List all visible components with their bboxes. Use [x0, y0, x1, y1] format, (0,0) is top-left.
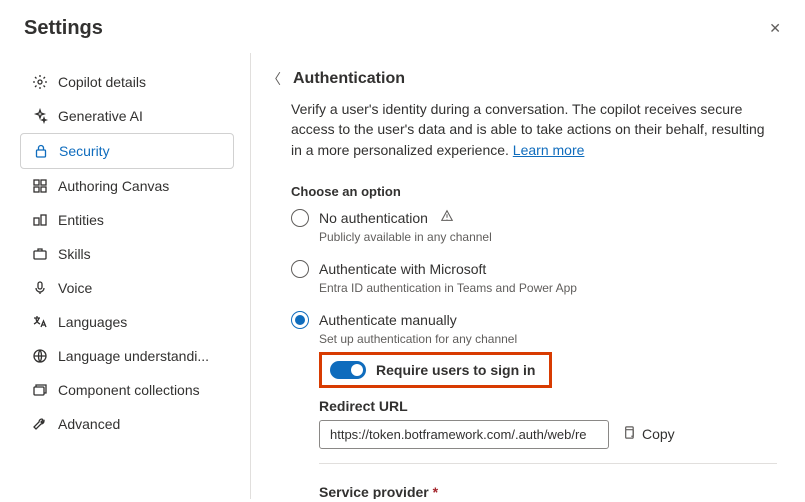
lock-icon: [33, 143, 49, 159]
sidebar-item-label: Copilot details: [58, 74, 146, 90]
warning-icon: [440, 209, 454, 226]
back-chevron-icon[interactable]: 〈: [267, 69, 281, 89]
sidebar-item-label: Entities: [58, 212, 104, 228]
page-title: Authentication: [293, 70, 405, 88]
require-signin-row: Require users to sign in: [319, 352, 552, 388]
sidebar-item-authoring-canvas[interactable]: Authoring Canvas: [20, 169, 234, 203]
radio-label: Authenticate with Microsoft: [319, 261, 486, 277]
globe-icon: [32, 348, 48, 364]
radio-subtext: Publicly available in any channel: [319, 230, 777, 244]
content: 〈 Authentication Verify a user's identit…: [250, 53, 805, 499]
sidebar-item-label: Component collections: [58, 382, 200, 398]
sidebar-item-advanced[interactable]: Advanced: [20, 407, 234, 441]
option-auth-manually[interactable]: Authenticate manually Set up authenticat…: [291, 311, 777, 499]
learn-more-link[interactable]: Learn more: [513, 142, 585, 158]
wrench-icon: [32, 416, 48, 432]
radio-subtext: Entra ID authentication in Teams and Pow…: [319, 281, 777, 295]
briefcase-icon: [32, 246, 48, 262]
sidebar-item-label: Generative AI: [58, 108, 143, 124]
sidebar-item-label: Languages: [58, 314, 127, 330]
redirect-url-input[interactable]: [319, 420, 609, 449]
sidebar-item-copilot-details[interactable]: Copilot details: [20, 65, 234, 99]
collection-icon: [32, 382, 48, 398]
grid-icon: [32, 178, 48, 194]
sidebar-item-label: Advanced: [58, 416, 120, 432]
sidebar-item-language-understanding[interactable]: Language understandi...: [20, 339, 234, 373]
page-description: Verify a user's identity during a conver…: [291, 99, 777, 160]
close-icon: ✕: [769, 20, 781, 36]
sidebar-item-security[interactable]: Security: [20, 133, 234, 169]
sidebar-item-entities[interactable]: Entities: [20, 203, 234, 237]
sidebar-item-label: Language understandi...: [58, 348, 209, 364]
option-no-auth[interactable]: No authentication Publicly available in …: [291, 209, 777, 244]
sidebar-item-skills[interactable]: Skills: [20, 237, 234, 271]
sidebar-item-label: Skills: [58, 246, 91, 262]
toggle-label: Require users to sign in: [376, 362, 535, 378]
auth-options: No authentication Publicly available in …: [291, 209, 777, 499]
radio-icon: [291, 260, 309, 278]
sidebar-item-component-collections[interactable]: Component collections: [20, 373, 234, 407]
dialog-title: Settings: [24, 17, 103, 40]
required-asterisk: *: [433, 484, 438, 499]
copy-icon: [621, 425, 636, 443]
divider: [319, 463, 777, 464]
radio-label: Authenticate manually: [319, 312, 457, 328]
sidebar-item-voice[interactable]: Voice: [20, 271, 234, 305]
sidebar: Copilot details Generative AI Security A…: [0, 53, 250, 499]
choose-option-label: Choose an option: [291, 184, 777, 199]
copy-label: Copy: [642, 426, 675, 442]
radio-icon: [291, 311, 309, 329]
redirect-url-label: Redirect URL: [319, 398, 777, 414]
radio-label: No authentication: [319, 210, 428, 226]
sidebar-item-label: Security: [59, 143, 110, 159]
service-provider-label: Service provider *: [319, 484, 777, 499]
sidebar-item-generative-ai[interactable]: Generative AI: [20, 99, 234, 133]
dialog-header: Settings ✕: [0, 0, 805, 53]
microphone-icon: [32, 280, 48, 296]
sidebar-item-label: Voice: [58, 280, 92, 296]
sparkle-icon: [32, 108, 48, 124]
gear-icon: [32, 74, 48, 90]
entities-icon: [32, 212, 48, 228]
radio-icon: [291, 209, 309, 227]
translate-icon: [32, 314, 48, 330]
close-button[interactable]: ✕: [765, 16, 785, 41]
require-signin-toggle[interactable]: [330, 361, 366, 379]
sidebar-item-languages[interactable]: Languages: [20, 305, 234, 339]
option-auth-microsoft[interactable]: Authenticate with Microsoft Entra ID aut…: [291, 260, 777, 295]
radio-subtext: Set up authentication for any channel: [319, 332, 777, 346]
layout: Copilot details Generative AI Security A…: [0, 53, 805, 499]
sidebar-item-label: Authoring Canvas: [58, 178, 169, 194]
copy-button[interactable]: Copy: [621, 425, 675, 443]
